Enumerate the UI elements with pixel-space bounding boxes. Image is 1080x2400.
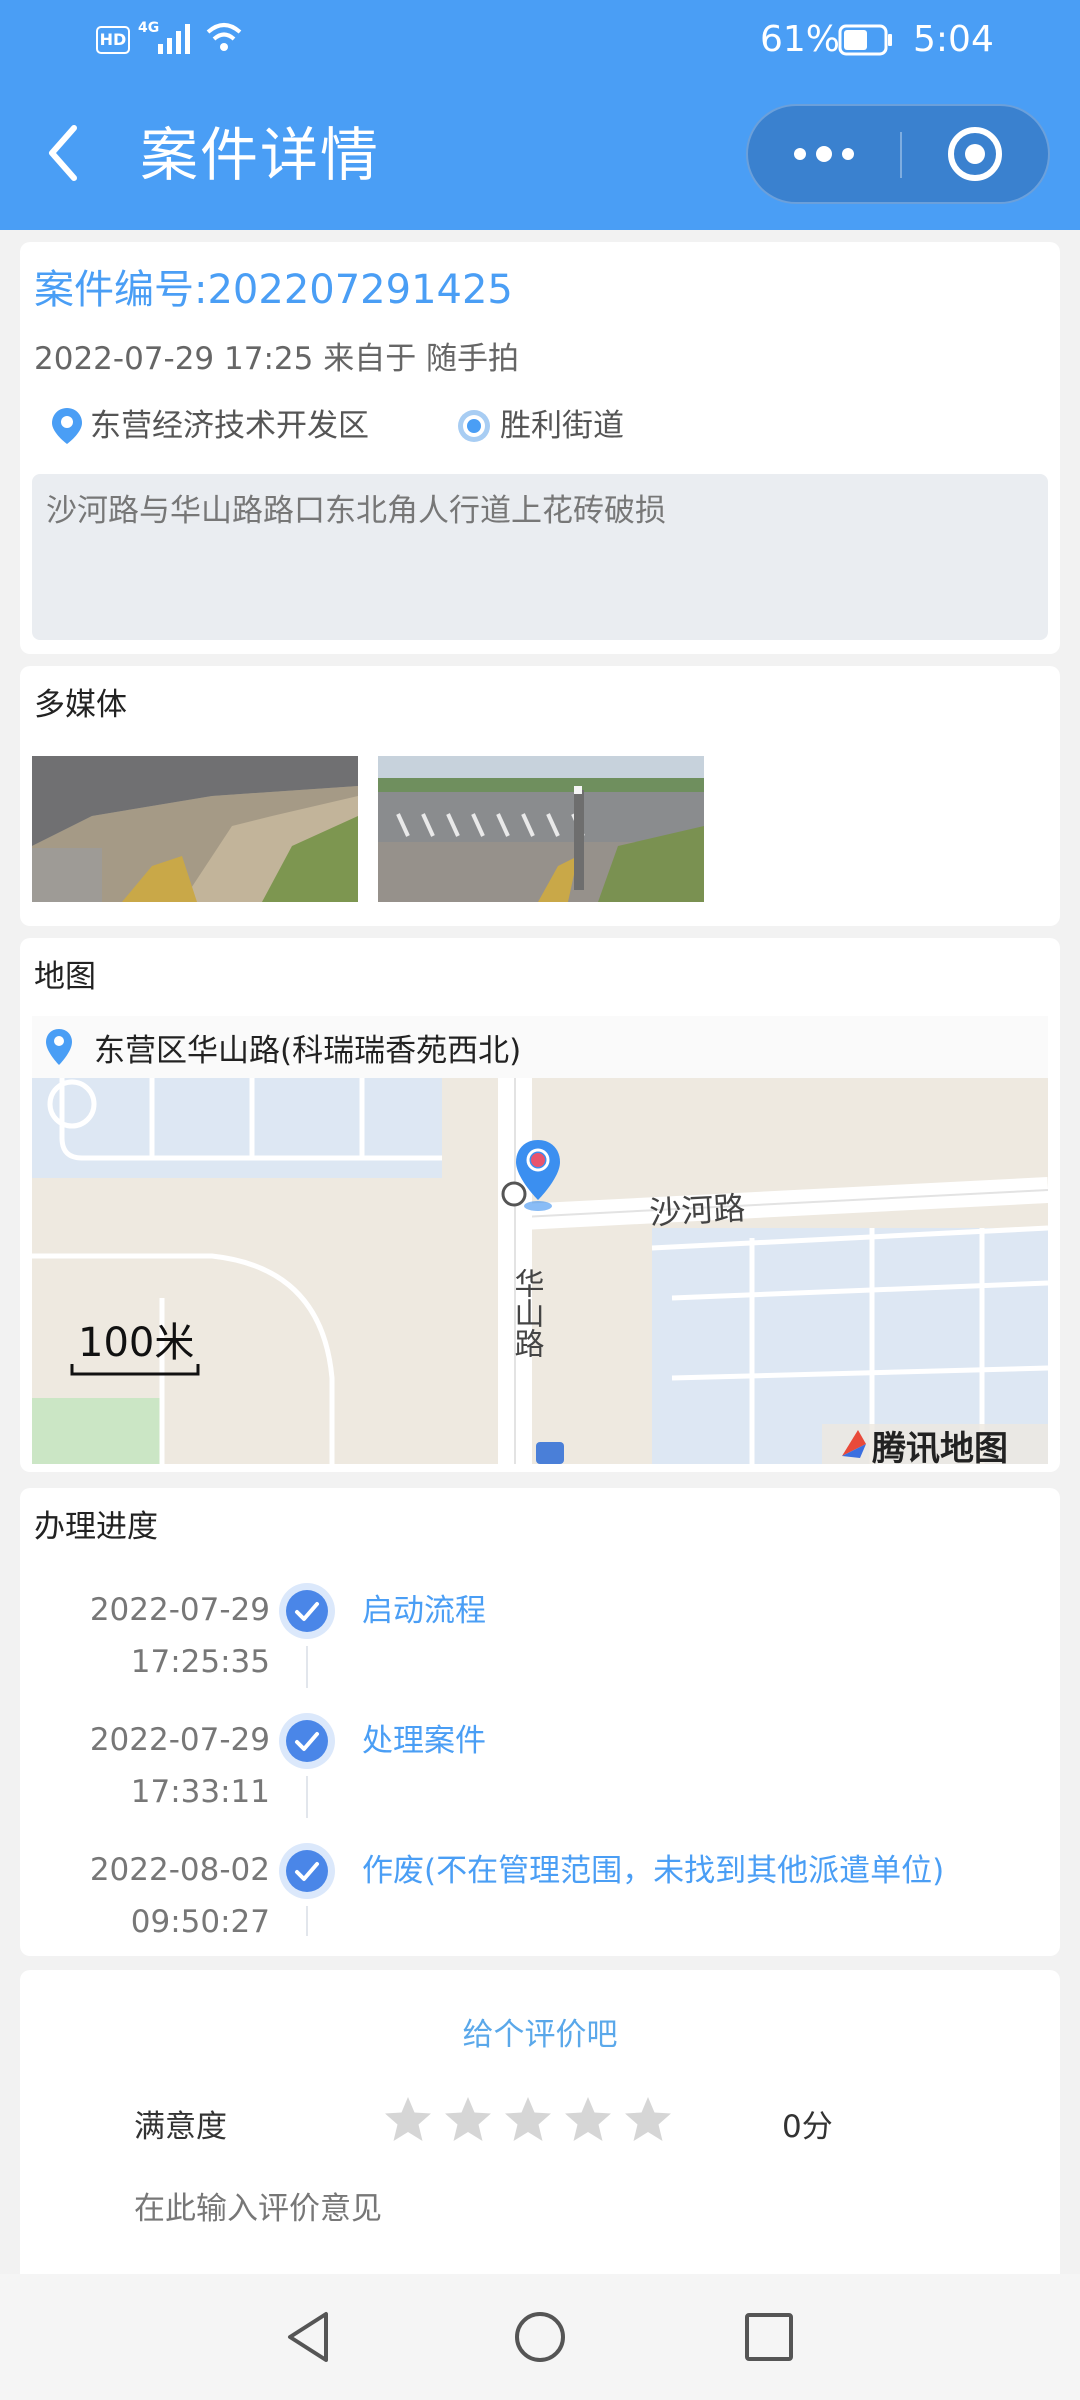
media-photo-2[interactable] bbox=[378, 756, 704, 902]
map-view[interactable]: 沙河路 华山路 100米 腾讯地图 bbox=[32, 1078, 1048, 1464]
back-button[interactable] bbox=[40, 118, 90, 188]
chevron-left-icon bbox=[49, 125, 77, 181]
case-description: 沙河路与华山路路口东北角人行道上花砖破损 bbox=[32, 474, 1048, 640]
map-title: 地图 bbox=[34, 959, 96, 995]
target-icon bbox=[948, 127, 1002, 181]
photo-broken-sidewalk-1 bbox=[32, 756, 358, 902]
network-type: 4G bbox=[138, 20, 159, 36]
check-circle-icon bbox=[279, 1843, 335, 1899]
step-1-label: 启动流程 bbox=[362, 1593, 486, 1629]
step-1-time: 17:25:35 bbox=[130, 1644, 270, 1680]
target-location-icon bbox=[458, 410, 490, 442]
timeline-connector bbox=[306, 1776, 308, 1818]
district-tag: 东营经济技术开发区 bbox=[50, 406, 369, 446]
square-recent-icon[interactable] bbox=[734, 2302, 804, 2372]
step-2-label: 处理案件 bbox=[362, 1723, 486, 1759]
page-title: 案件详情 bbox=[140, 121, 381, 189]
comment-input[interactable]: 在此输入评价意见 bbox=[134, 2188, 994, 2230]
media-photo-1[interactable] bbox=[32, 756, 358, 902]
street-text: 胜利街道 bbox=[500, 408, 624, 444]
rating-score: 0分 bbox=[782, 2109, 833, 2145]
satisfaction-label: 满意度 bbox=[134, 2109, 227, 2145]
check-circle-icon bbox=[279, 1713, 335, 1769]
street-tag: 胜利街道 bbox=[454, 406, 624, 446]
check-circle-icon bbox=[279, 1583, 335, 1639]
case-info-card: 案件编号:202207291425 2022-07-29 17:25 来自于 随… bbox=[20, 242, 1060, 654]
step-3-label: 作废(不在管理范围，未找到其他派遣单位) bbox=[362, 1853, 945, 1889]
step-3-date: 2022-08-02 bbox=[89, 1852, 270, 1888]
step-2-time: 17:33:11 bbox=[130, 1774, 270, 1810]
star-icon[interactable] bbox=[562, 2094, 622, 2154]
map-address-row: 东营区华山路(科瑞瑞香苑西北) bbox=[32, 1016, 1048, 1078]
map-card: 地图 东营区华山路(科瑞瑞香苑西北) 沙河路 华山路 100米 腾讯地图 bbox=[20, 938, 1060, 1472]
star-icon[interactable] bbox=[622, 2094, 682, 2154]
case-number: 案件编号:202207291425 bbox=[34, 267, 513, 313]
star-icon[interactable] bbox=[502, 2094, 562, 2154]
map-scale: 100米 bbox=[78, 1320, 194, 1366]
step-2-date: 2022-07-29 bbox=[89, 1722, 270, 1758]
star-rating bbox=[382, 2094, 682, 2154]
case-meta: 2022-07-29 17:25 来自于 随手拍 bbox=[34, 341, 520, 377]
media-card: 多媒体 bbox=[20, 666, 1060, 926]
battery-percent: 61% bbox=[760, 19, 841, 60]
close-mini-program-button[interactable] bbox=[902, 106, 1048, 202]
tencent-map-logo: 腾讯地图 bbox=[822, 1424, 1048, 1464]
road-label-huashan: 华山路 bbox=[509, 1268, 544, 1358]
step-1-date: 2022-07-29 bbox=[89, 1592, 270, 1628]
media-title: 多媒体 bbox=[34, 687, 127, 723]
signal-icon: 4G bbox=[138, 20, 190, 54]
district-text: 东营经济技术开发区 bbox=[90, 408, 369, 444]
location-pin-icon bbox=[52, 408, 82, 444]
map-address: 东营区华山路(科瑞瑞香苑西北) bbox=[94, 1032, 522, 1069]
battery-icon bbox=[838, 24, 892, 56]
more-button[interactable] bbox=[748, 106, 900, 202]
hd-badge: HD bbox=[96, 26, 130, 54]
progress-card: 办理进度 2022-07-29 17:25:35 启动流程 2022-07-29… bbox=[20, 1488, 1060, 1956]
clock: 5:04 bbox=[913, 19, 994, 60]
rating-card: 给个评价吧 满意度 0分 在此输入评价意见 bbox=[20, 1970, 1060, 2274]
map-provider: 腾讯地图 bbox=[872, 1429, 1008, 1464]
photo-broken-sidewalk-2 bbox=[378, 756, 704, 902]
system-nav-bar bbox=[0, 2274, 1080, 2400]
triangle-back-icon[interactable] bbox=[274, 2302, 344, 2372]
map-canvas: 沙河路 华山路 100米 腾讯地图 bbox=[32, 1078, 1048, 1464]
star-icon[interactable] bbox=[382, 2094, 442, 2154]
mini-program-capsule bbox=[746, 104, 1050, 204]
status-bar: HD 4G 61% 5:04 bbox=[0, 0, 1080, 80]
location-pin-icon bbox=[46, 1029, 72, 1065]
wifi-icon bbox=[206, 23, 242, 51]
circle-home-icon[interactable] bbox=[505, 2302, 575, 2372]
star-icon[interactable] bbox=[442, 2094, 502, 2154]
timeline-connector bbox=[306, 1906, 308, 1936]
more-dots-icon bbox=[794, 146, 854, 162]
rating-title: 给个评价吧 bbox=[462, 2017, 618, 2053]
step-3-time: 09:50:27 bbox=[130, 1904, 270, 1940]
timeline-connector bbox=[306, 1646, 308, 1688]
road-label-shahe: 沙河路 bbox=[648, 1189, 746, 1232]
progress-title: 办理进度 bbox=[34, 1509, 158, 1545]
top-bar: HD 4G 61% 5:04 案件详情 bbox=[0, 0, 1080, 230]
